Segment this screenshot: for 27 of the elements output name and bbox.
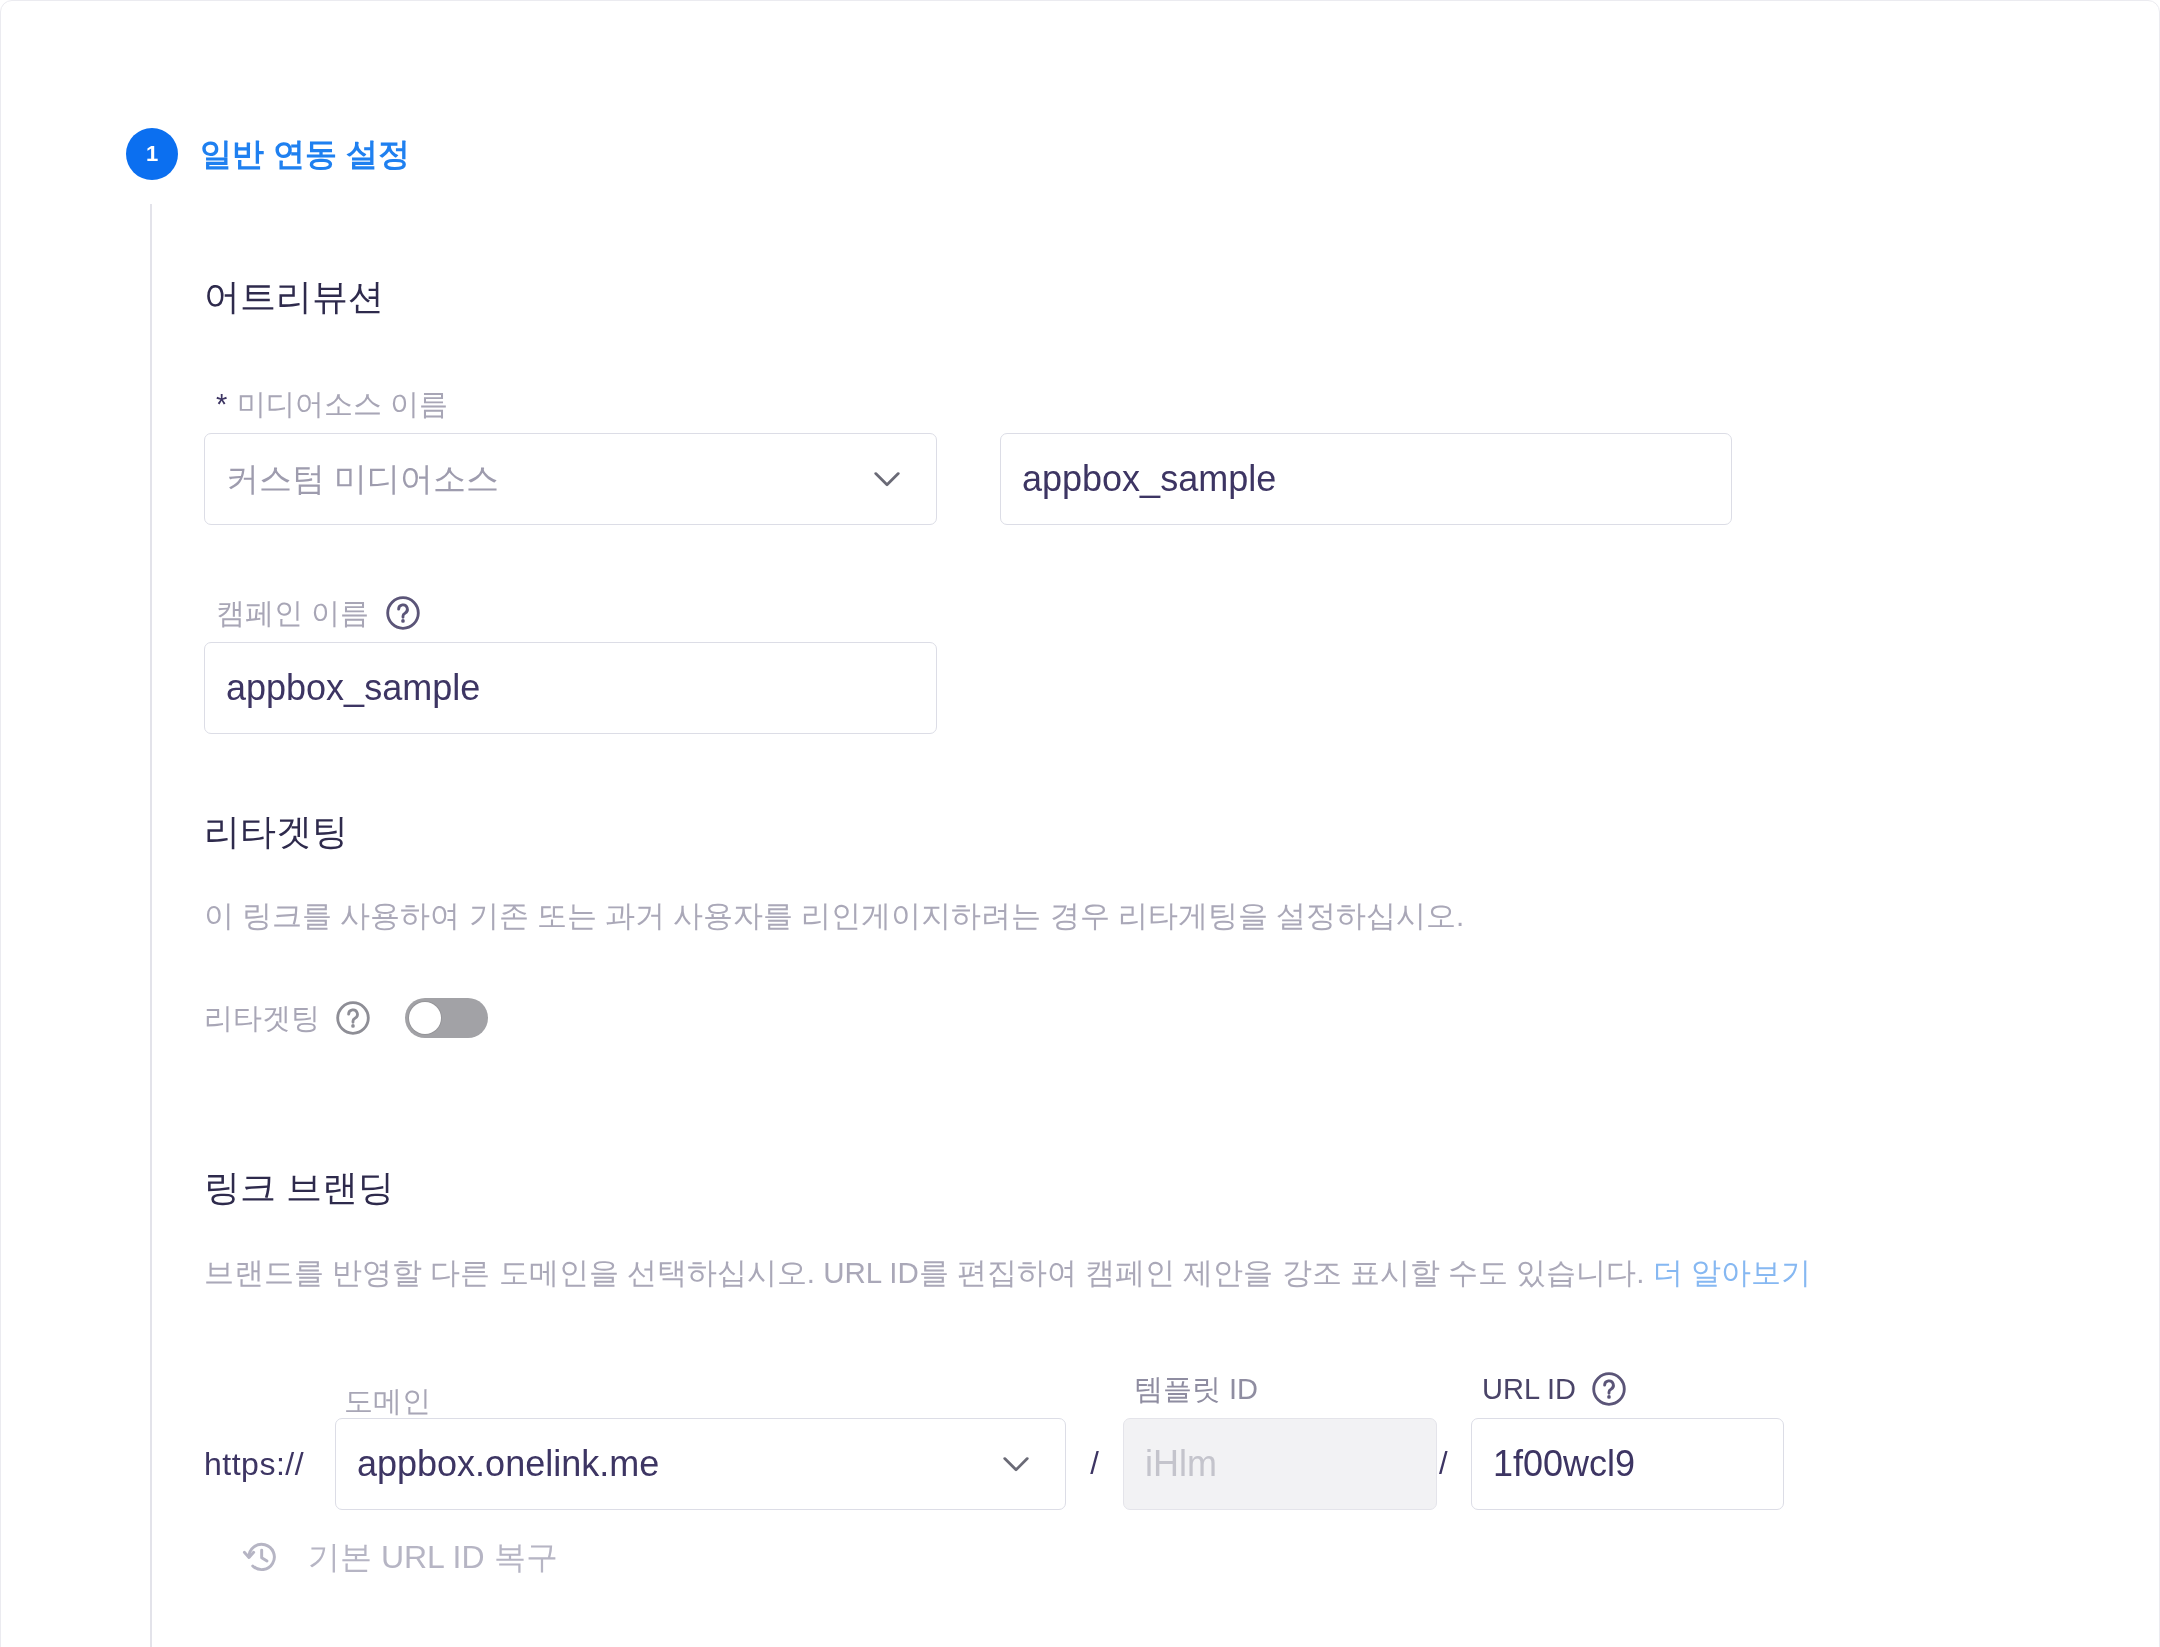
section-description: 이 링크를 사용하여 기존 또는 과거 사용자를 리인게이지하려는 경우 리타게팅을 설정하십시오. — [204, 898, 1465, 934]
field-label: 미디어소스 이름 — [237, 387, 449, 422]
step-number: 1 — [126, 128, 178, 180]
step-title: 일반 연동 설정 — [200, 135, 410, 174]
path-separator: / — [1438, 1446, 1448, 1482]
field-label: 캠페인 이름 — [216, 596, 370, 631]
section-heading: 링크 브랜딩 — [204, 1166, 394, 1210]
help-icon[interactable] — [1592, 1372, 1626, 1406]
path-separator: / — [1090, 1446, 1099, 1482]
section-heading: 어트리뷰션 — [204, 275, 384, 319]
media-source-name-input[interactable]: appbox_sample — [1000, 433, 1732, 525]
field-label: 템플릿 ID — [1134, 1372, 1259, 1407]
required-mark: * — [216, 387, 228, 422]
url-prefix: https:// — [204, 1445, 306, 1483]
help-icon[interactable] — [386, 596, 421, 630]
field-label: 도메인 — [344, 1384, 431, 1419]
help-icon[interactable] — [336, 1001, 370, 1035]
toggle-switch[interactable] — [405, 998, 488, 1038]
chevron-down-icon — [874, 471, 900, 487]
section-heading: 리타겟팅 — [204, 810, 348, 854]
campaign-name-input[interactable]: appbox_sample — [204, 642, 937, 734]
chevron-down-icon — [1003, 1456, 1029, 1472]
field-label: URL ID — [1482, 1372, 1576, 1407]
url-id-input[interactable]: 1f00wcl9 — [1471, 1418, 1784, 1510]
domain-dropdown[interactable]: appbox.onelink.me — [335, 1418, 1066, 1510]
toggle-label: 리타겟팅 — [204, 1001, 320, 1036]
section-description: 브랜드를 반영할 다른 도메인을 선택하십시오. URL ID를 편집하여 캠페인 제안을 강조 표시할 수도 있습니다. 더 알아보기 — [204, 1255, 1811, 1291]
